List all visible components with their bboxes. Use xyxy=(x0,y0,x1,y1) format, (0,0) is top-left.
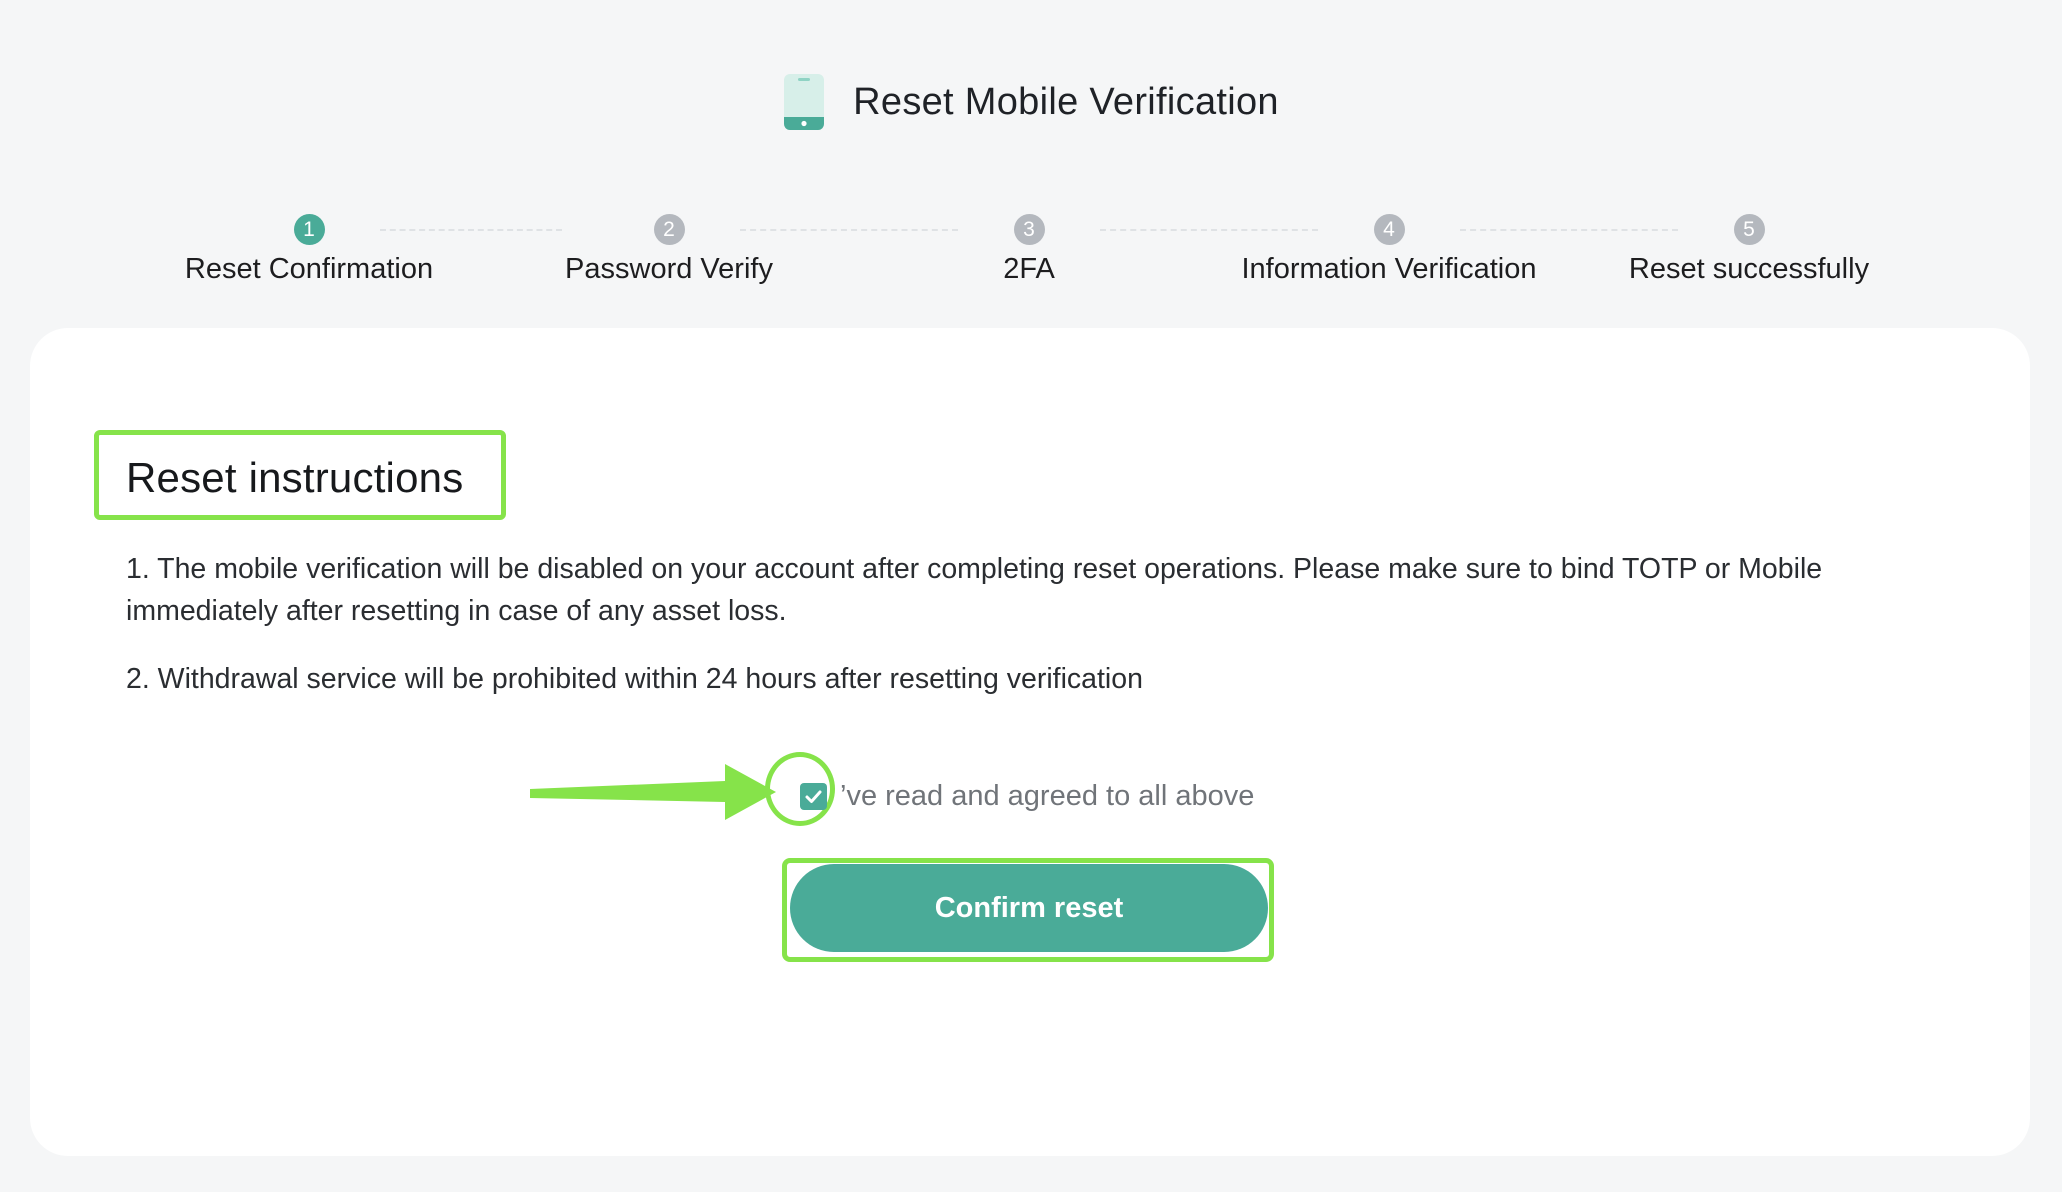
step-label: Information Verification xyxy=(1241,253,1537,285)
step-label: 2FA xyxy=(1003,253,1055,285)
step-label: Reset successfully xyxy=(1628,253,1870,285)
step-label: Reset Confirmation xyxy=(184,253,434,285)
step-number: 2 xyxy=(653,214,685,245)
agree-checkbox[interactable] xyxy=(800,783,827,810)
step-number: 3 xyxy=(1013,214,1045,245)
agree-label[interactable]: ’ve read and agreed to all above xyxy=(840,780,1254,813)
progress-steps: 1 Reset Confirmation 2 Password Verify 3… xyxy=(0,210,2062,290)
step-reset-confirmation: 1 Reset Confirmation xyxy=(129,210,489,286)
step-reset-successfully: 5 Reset successfully xyxy=(1569,210,1929,286)
step-number: 5 xyxy=(1733,214,1765,245)
reset-card: Reset instructions 1. The mobile verific… xyxy=(30,328,2030,1156)
annotation-arrow-icon xyxy=(530,764,776,820)
checkmark-icon xyxy=(805,790,822,803)
instruction-item: 1. The mobile verification will be disab… xyxy=(126,553,1823,627)
step-information-verification: 4 Information Verification xyxy=(1209,210,1569,286)
step-label: Password Verify xyxy=(565,253,773,285)
step-number: 4 xyxy=(1373,214,1405,245)
mobile-phone-icon xyxy=(784,74,825,130)
step-number: 1 xyxy=(293,214,325,245)
page-title: Reset Mobile Verification xyxy=(853,80,1279,123)
instructions-title: Reset instructions xyxy=(126,454,464,501)
step-password-verify: 2 Password Verify xyxy=(489,210,849,286)
step-2fa: 3 2FA xyxy=(849,210,1209,286)
confirm-reset-button[interactable]: Confirm reset xyxy=(790,864,1268,952)
instruction-item: 2. Withdrawal service will be prohibited… xyxy=(126,663,1143,695)
page-header: Reset Mobile Verification xyxy=(0,72,2062,132)
